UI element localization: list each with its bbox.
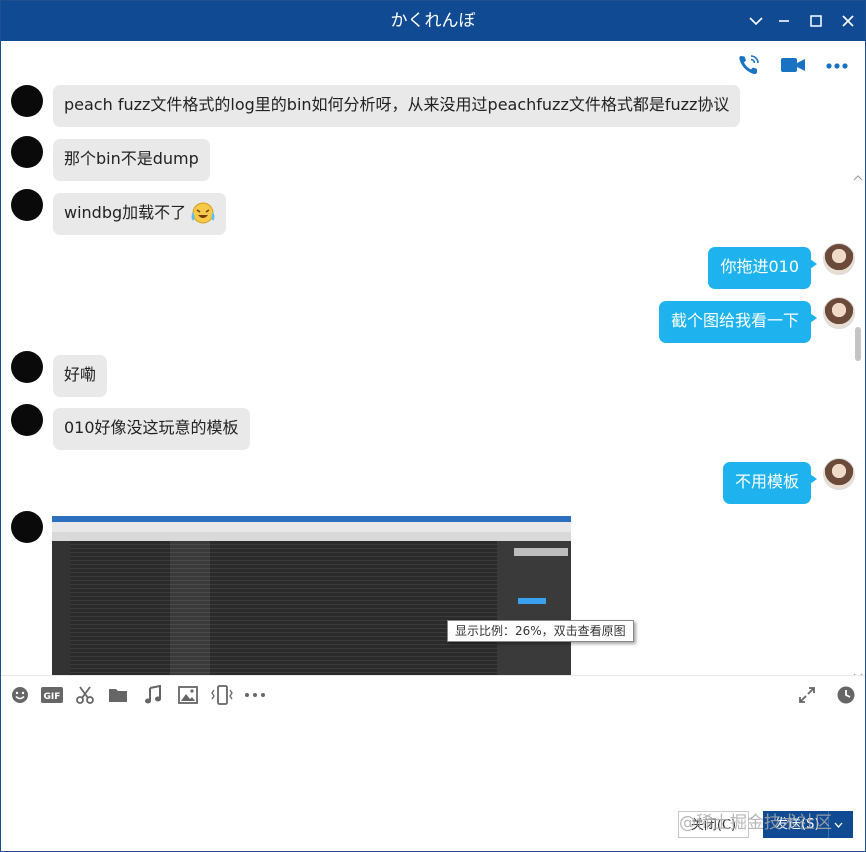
shake-icon[interactable]: [211, 685, 233, 705]
avatar[interactable]: [11, 511, 43, 543]
gif-icon[interactable]: GIF: [41, 685, 63, 705]
image-zoom-tooltip: 显示比例：26%，双击查看原图: [447, 620, 634, 642]
message-bubble[interactable]: peach fuzz文件格式的log里的bin如何分析呀，从来没用过peachf…: [53, 85, 741, 127]
video-icon[interactable]: [779, 53, 807, 77]
message-bubble-self[interactable]: 不用模板: [722, 462, 818, 504]
crying-laughing-emoji-icon: [190, 201, 216, 225]
scrollbar-thumb[interactable]: [855, 327, 861, 361]
message-input[interactable]: [1, 714, 865, 804]
expand-icon[interactable]: [796, 685, 818, 705]
input-toolbar: GIF: [1, 676, 865, 714]
self-avatar[interactable]: [823, 243, 855, 275]
phone-icon[interactable]: [737, 53, 765, 77]
message-list[interactable]: peach fuzz文件格式的log里的bin如何分析呀，从来没用过peachf…: [1, 85, 865, 675]
message-bubble[interactable]: windbg加载不了: [53, 193, 227, 235]
folder-icon[interactable]: [107, 685, 129, 705]
title-bar: かくれんぼ: [1, 1, 865, 41]
music-icon[interactable]: [142, 685, 164, 705]
self-avatar[interactable]: [823, 297, 855, 329]
emoji-icon[interactable]: [9, 685, 31, 705]
avatar[interactable]: [11, 189, 43, 221]
self-avatar[interactable]: [823, 458, 855, 490]
close-button[interactable]: 关闭(C): [678, 811, 749, 838]
svg-text:GIF: GIF: [44, 692, 61, 702]
message-bubble-self[interactable]: 截个图给我看一下: [658, 301, 818, 343]
scroll-down-arrow-icon[interactable]: [853, 665, 863, 675]
message-bubble[interactable]: 那个bin不是dump: [53, 139, 210, 181]
close-icon[interactable]: [831, 1, 865, 41]
message-text: windbg加载不了: [64, 203, 187, 222]
screenshot-image[interactable]: [52, 516, 571, 675]
chat-top-toolbar: [1, 41, 865, 87]
history-clock-icon[interactable]: [835, 685, 857, 705]
avatar[interactable]: [11, 404, 43, 436]
more-icon[interactable]: [244, 685, 266, 705]
avatar[interactable]: [11, 351, 43, 383]
chat-window: かくれんぼ peach fuzz文件格式的log里的bin如何分析呀，从来没用过…: [0, 0, 866, 852]
minimize-icon[interactable]: [767, 1, 801, 41]
scroll-up-arrow-icon[interactable]: [853, 167, 863, 181]
image-icon[interactable]: [177, 685, 199, 705]
avatar[interactable]: [11, 85, 43, 117]
avatar[interactable]: [11, 136, 43, 168]
maximize-icon[interactable]: [799, 1, 833, 41]
window-title: かくれんぼ: [390, 11, 476, 31]
message-bubble-self[interactable]: 你拖进010: [708, 247, 817, 289]
send-options-chevron-icon[interactable]: [828, 811, 847, 838]
send-button[interactable]: 发送(S): [763, 811, 853, 838]
scissors-icon[interactable]: [74, 685, 96, 705]
send-button-label: 发送(S): [775, 817, 820, 832]
more-icon[interactable]: [823, 53, 851, 77]
message-bubble[interactable]: 好嘞: [53, 355, 108, 397]
message-bubble[interactable]: 010好像没这玩意的模板: [53, 408, 250, 450]
chat-scrollbar[interactable]: [853, 173, 863, 675]
